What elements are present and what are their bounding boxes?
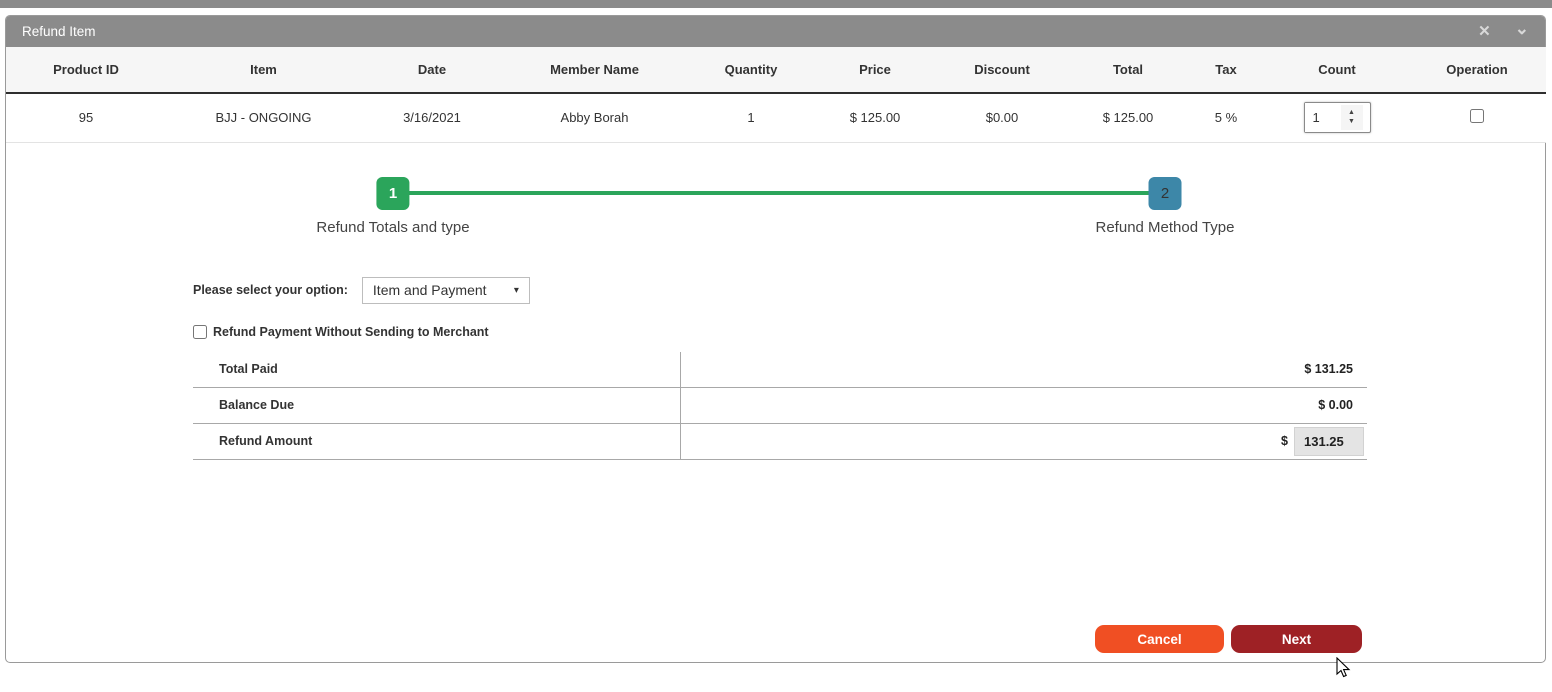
modal-titlebar: Refund Item ✕ ⌄ xyxy=(6,16,1545,47)
table-header: Product ID Item Date Member Name Quantit… xyxy=(6,47,1546,93)
total-paid-value: $ 131.25 xyxy=(681,352,1367,387)
balance-due-label: Balance Due xyxy=(193,388,681,423)
currency-symbol: $ xyxy=(1281,434,1288,448)
col-item: Item xyxy=(166,47,361,93)
cell-operation xyxy=(1408,93,1546,142)
step-1-badge[interactable]: 1 xyxy=(376,177,409,210)
step-1-label: Refund Totals and type xyxy=(316,219,469,236)
cell-item: BJJ - ONGOING xyxy=(166,93,361,142)
step-2-badge[interactable]: 2 xyxy=(1148,177,1181,210)
totals-table: Total Paid $ 131.25 Balance Due $ 0.00 R… xyxy=(193,352,1367,460)
refund-amount-input[interactable] xyxy=(1294,427,1364,456)
col-discount: Discount xyxy=(934,47,1070,93)
refund-amount-row: Refund Amount $ xyxy=(193,424,1367,460)
step-2-label: Refund Method Type xyxy=(1096,219,1235,236)
select-caret-icon: ▾ xyxy=(514,285,519,296)
count-input[interactable] xyxy=(1305,103,1341,132)
stepper-step-1[interactable]: 1 Refund Totals and type xyxy=(316,177,469,236)
col-total: Total xyxy=(1070,47,1186,93)
mouse-cursor-icon xyxy=(1335,657,1351,679)
total-paid-row: Total Paid $ 131.25 xyxy=(193,352,1367,388)
collapse-chevron-icon[interactable]: ⌄ xyxy=(1515,20,1529,37)
balance-due-value: $ 0.00 xyxy=(681,388,1367,423)
col-date: Date xyxy=(361,47,503,93)
stepper-connector-line xyxy=(393,191,1165,195)
cancel-button[interactable]: Cancel xyxy=(1095,625,1224,653)
close-icon[interactable]: ✕ xyxy=(1478,24,1491,39)
col-operation: Operation xyxy=(1408,47,1546,93)
select-option-label: Please select your option: xyxy=(193,283,348,297)
refund-amount-label: Refund Amount xyxy=(193,424,681,459)
refund-option-row: Please select your option: Item and Paym… xyxy=(193,277,1545,304)
cell-count: ▲ ▼ xyxy=(1266,93,1408,142)
refund-items-table: Product ID Item Date Member Name Quantit… xyxy=(6,47,1546,143)
count-spinner[interactable]: ▲ ▼ xyxy=(1341,105,1363,130)
cell-quantity: 1 xyxy=(686,93,816,142)
col-quantity: Quantity xyxy=(686,47,816,93)
next-button[interactable]: Next xyxy=(1231,625,1362,653)
col-tax: Tax xyxy=(1186,47,1266,93)
refund-without-merchant-label[interactable]: Refund Payment Without Sending to Mercha… xyxy=(213,325,489,339)
cell-member-name: Abby Borah xyxy=(503,93,686,142)
col-price: Price xyxy=(816,47,934,93)
cell-total: $ 125.00 xyxy=(1070,93,1186,142)
merchant-checkbox-row: Refund Payment Without Sending to Mercha… xyxy=(193,325,1545,339)
cell-discount: $0.00 xyxy=(934,93,1070,142)
stepper-step-2[interactable]: 2 Refund Method Type xyxy=(1096,177,1235,236)
count-stepper: ▲ ▼ xyxy=(1304,102,1371,133)
refund-type-selected-value: Item and Payment xyxy=(373,282,487,298)
col-count: Count xyxy=(1266,47,1408,93)
col-product-id: Product ID xyxy=(6,47,166,93)
col-member-name: Member Name xyxy=(503,47,686,93)
page-background-strip xyxy=(0,0,1552,8)
balance-due-row: Balance Due $ 0.00 xyxy=(193,388,1367,424)
refund-amount-value: $ xyxy=(681,424,1367,459)
cell-price: $ 125.00 xyxy=(816,93,934,142)
table-row: 95 BJJ - ONGOING 3/16/2021 Abby Borah 1 … xyxy=(6,93,1546,142)
modal-title: Refund Item xyxy=(22,24,96,39)
spinner-down-icon[interactable]: ▼ xyxy=(1348,118,1355,126)
operation-checkbox[interactable] xyxy=(1470,109,1484,123)
total-paid-label: Total Paid xyxy=(193,352,681,387)
cell-product-id: 95 xyxy=(6,93,166,142)
refund-type-select[interactable]: Item and Payment ▾ xyxy=(362,277,530,304)
refund-without-merchant-checkbox[interactable] xyxy=(193,325,207,339)
cell-tax: 5 % xyxy=(1186,93,1266,142)
refund-item-modal: Refund Item ✕ ⌄ Product ID Item Date Mem… xyxy=(5,15,1546,663)
modal-footer: Cancel Next xyxy=(1095,625,1362,653)
wizard-stepper: 1 Refund Totals and type 2 Refund Method… xyxy=(6,171,1545,245)
spinner-up-icon[interactable]: ▲ xyxy=(1348,109,1355,117)
cell-date: 3/16/2021 xyxy=(361,93,503,142)
